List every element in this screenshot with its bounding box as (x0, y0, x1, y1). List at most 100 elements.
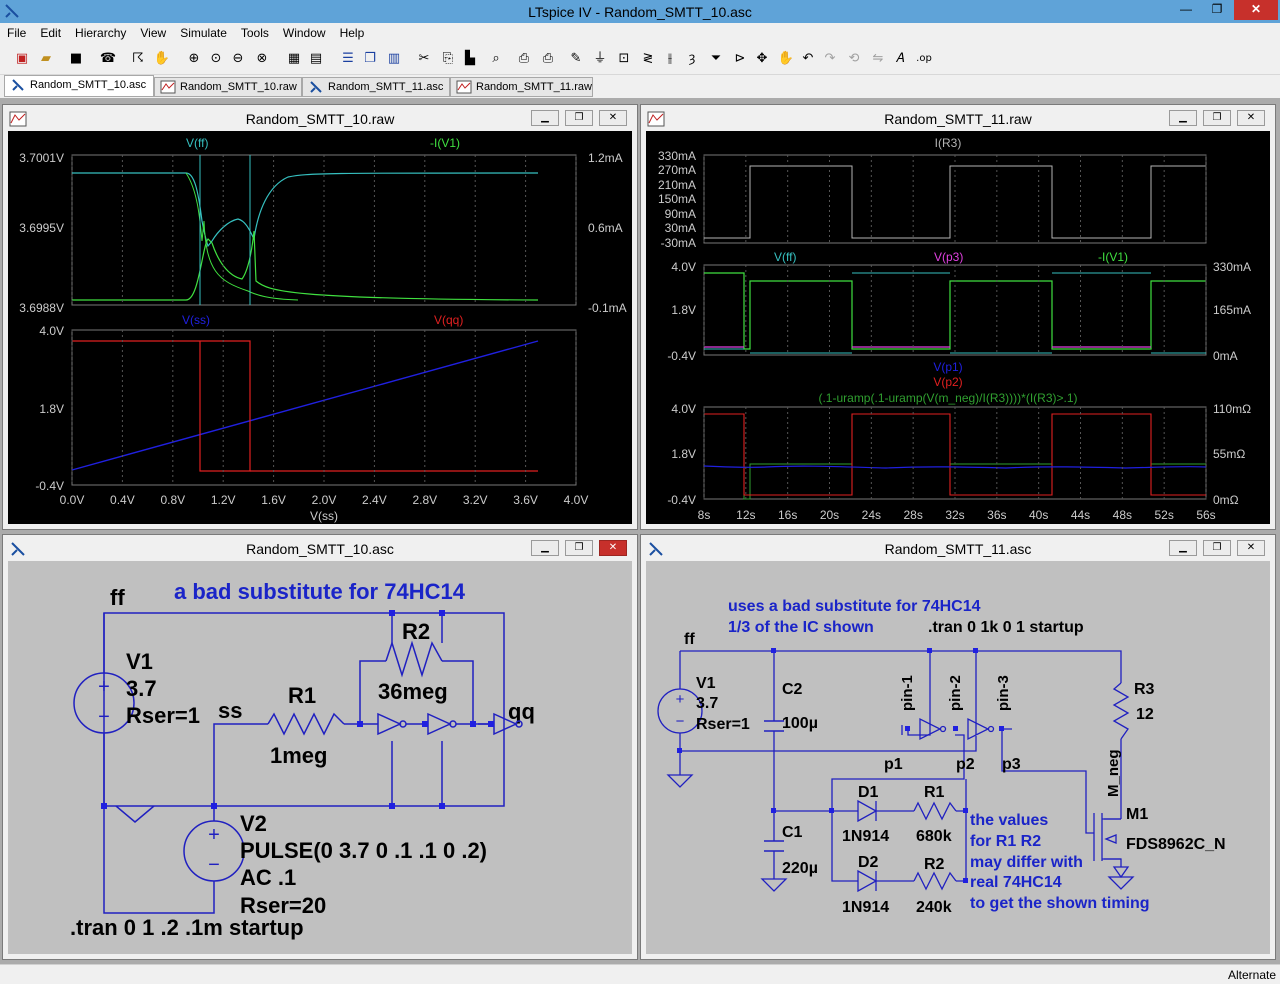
restore-button[interactable]: ❐ (1203, 0, 1231, 20)
window-restore-button[interactable]: ❐ (1203, 540, 1231, 556)
trace-label-rds-expression[interactable]: (.1-uramp(.1-uramp(V(m_neg)/I(R3))))*(I(… (818, 391, 1077, 405)
trace-label-v-p3[interactable]: V(p3) (934, 250, 963, 264)
note-line-4[interactable]: real 74HC14 (970, 874, 1062, 891)
cut-icon[interactable]: ✂ (414, 49, 434, 69)
window-titlebar[interactable]: Random_SMTT_11.raw ▁ ❐ ✕ (641, 105, 1275, 131)
r3-value[interactable]: 12 (1136, 706, 1154, 723)
r1-value[interactable]: 680k (916, 828, 952, 845)
undo-icon[interactable]: ↶ (798, 49, 818, 69)
pin-2-label[interactable]: pin-2 (947, 675, 964, 711)
zoom-in-icon[interactable]: ⊕ (184, 49, 204, 69)
schematic-11-svg[interactable]: uses a bad substitute for 74HC14 1/3 of … (646, 561, 1270, 954)
window-restore-button[interactable]: ❐ (565, 540, 593, 556)
label-net-icon[interactable]: ⊡ (614, 49, 634, 69)
note-line-2[interactable]: for R1 R2 (970, 833, 1041, 850)
d1-name[interactable]: D1 (858, 784, 879, 801)
window-minimize-button[interactable]: ▁ (531, 540, 559, 556)
d1-value[interactable]: 1N914 (842, 828, 889, 845)
trace-label-v-ss[interactable]: V(ss) (182, 313, 210, 327)
net-label-p2[interactable]: p2 (956, 756, 975, 773)
r3-name[interactable]: R3 (1134, 681, 1155, 698)
autorange-icon[interactable]: ▦ (284, 49, 304, 69)
waveform-plot-area[interactable]: I(R3) 330mA 270mA 210mA 150mA 90mA 30mA … (646, 131, 1270, 524)
rotate-icon[interactable]: ⟲ (844, 49, 864, 69)
trace-label-neg-i-v1[interactable]: -I(V1) (430, 136, 460, 150)
note-line-3[interactable]: may differ with (970, 854, 1083, 871)
c2-name[interactable]: C2 (782, 681, 803, 698)
schematic-comment-1[interactable]: uses a bad substitute for 74HC14 (728, 598, 981, 615)
tile-vertical-icon[interactable]: ▥ (384, 49, 404, 69)
print-icon[interactable]: ⎙ (538, 49, 558, 69)
menu-file[interactable]: File (0, 23, 33, 43)
zoom-out-icon[interactable]: ⊖ (228, 49, 248, 69)
v1-value[interactable]: 3.7 (126, 676, 157, 701)
print-setup-icon[interactable]: ⎙ (514, 49, 534, 69)
r2-value[interactable]: 240k (916, 899, 952, 916)
text-icon[interactable]: 𝐴 (890, 49, 910, 69)
schematic-canvas[interactable]: a bad substitute for 74HC14 + − V1 3.7 R… (8, 561, 632, 954)
window-titlebar[interactable]: Random_SMTT_11.asc ▁ ❐ ✕ (641, 535, 1275, 561)
tab-random-smtt-10-raw[interactable]: Random_SMTT_10.raw (154, 77, 302, 97)
trace-label-neg-i-v1[interactable]: -I(V1) (1098, 250, 1128, 264)
pin-3-label[interactable]: pin-3 (995, 675, 1012, 711)
open-icon[interactable]: ▰ (36, 49, 56, 69)
window-close-button[interactable]: ✕ (599, 110, 627, 126)
v2-name[interactable]: V2 (240, 811, 267, 836)
waveform-plot-area[interactable]: V(ff) -I(V1) 3.7001V 3.6995V 3.6988V 1.2… (8, 131, 632, 524)
menu-view[interactable]: View (133, 23, 173, 43)
c1-value[interactable]: 220µ (782, 860, 818, 877)
resistor-icon[interactable]: ≷ (638, 49, 658, 69)
menu-tools[interactable]: Tools (234, 23, 276, 43)
schematic-canvas[interactable]: uses a bad substitute for 74HC14 1/3 of … (646, 561, 1270, 954)
d2-value[interactable]: 1N914 (842, 899, 889, 916)
c2-value[interactable]: 100µ (782, 715, 818, 732)
save-icon[interactable]: ■ (66, 49, 86, 69)
move-icon[interactable]: ✥ (752, 49, 772, 69)
mirror-icon[interactable]: ⇋ (868, 49, 888, 69)
draw-wire-icon[interactable]: ✎ (566, 49, 586, 69)
net-label-m-neg[interactable]: M_neg (1105, 749, 1122, 797)
v2-pulse[interactable]: PULSE(0 3.7 0 .1 .1 0 .2) (240, 838, 487, 863)
trace-label-v-p1[interactable]: V(p1) (933, 360, 962, 374)
copy-icon[interactable]: ⎘ (438, 49, 458, 69)
window-close-button[interactable]: ✕ (1237, 540, 1265, 556)
pan-icon[interactable]: ⊙ (206, 49, 226, 69)
r2-value[interactable]: 36meg (378, 679, 448, 704)
spice-directive[interactable]: .tran 0 1 .2 .1m startup (70, 915, 304, 940)
close-button[interactable]: ✕ (1234, 0, 1278, 20)
trace-label-v-ff[interactable]: V(ff) (774, 250, 796, 264)
r1-value[interactable]: 1meg (270, 743, 327, 768)
note-line-5[interactable]: to get the shown timing (970, 895, 1150, 912)
v1-rser[interactable]: Rser=1 (126, 703, 200, 728)
net-label-ff[interactable]: ff (110, 585, 125, 610)
window-minimize-button[interactable]: ▁ (531, 110, 559, 126)
note-line-1[interactable]: the values (970, 812, 1048, 829)
c1-name[interactable]: C1 (782, 824, 803, 841)
trace-label-i-r3[interactable]: I(R3) (935, 136, 962, 150)
redo-icon[interactable]: ↷ (820, 49, 840, 69)
component-icon[interactable]: ⊳ (730, 49, 750, 69)
plot-10-svg[interactable]: V(ff) -I(V1) 3.7001V 3.6995V 3.6988V 1.2… (8, 131, 632, 524)
window-titlebar[interactable]: Random_SMTT_10.asc ▁ ❐ ✕ (3, 535, 637, 561)
net-label-p1[interactable]: p1 (884, 756, 903, 773)
pin-1-label[interactable]: pin-1 (899, 675, 916, 711)
spice-directive-icon[interactable]: .op (914, 49, 934, 69)
fft-icon[interactable]: ▤ (306, 49, 326, 69)
tab-random-smtt-11-raw[interactable]: Random_SMTT_11.raw (450, 77, 593, 97)
r2-name[interactable]: R2 (924, 856, 945, 873)
window-close-button[interactable]: ✕ (599, 540, 627, 556)
net-label-ss[interactable]: ss (218, 698, 242, 723)
minimize-button[interactable]: — (1172, 0, 1200, 20)
schematic-comment[interactable]: a bad substitute for 74HC14 (174, 579, 466, 604)
d2-name[interactable]: D2 (858, 854, 879, 871)
r1-name[interactable]: R1 (288, 683, 316, 708)
find-icon[interactable]: ⌕ (486, 49, 506, 69)
menu-edit[interactable]: Edit (33, 23, 68, 43)
paste-icon[interactable]: ▙ (460, 49, 480, 69)
v1-name[interactable]: V1 (696, 675, 716, 692)
window-minimize-button[interactable]: ▁ (1169, 110, 1197, 126)
tab-random-smtt-11-asc[interactable]: Random_SMTT_11.asc (302, 77, 450, 97)
cascade-icon[interactable]: ❐ (360, 49, 380, 69)
v1-name[interactable]: V1 (126, 649, 153, 674)
diode-icon[interactable]: ⏷ (706, 49, 726, 69)
